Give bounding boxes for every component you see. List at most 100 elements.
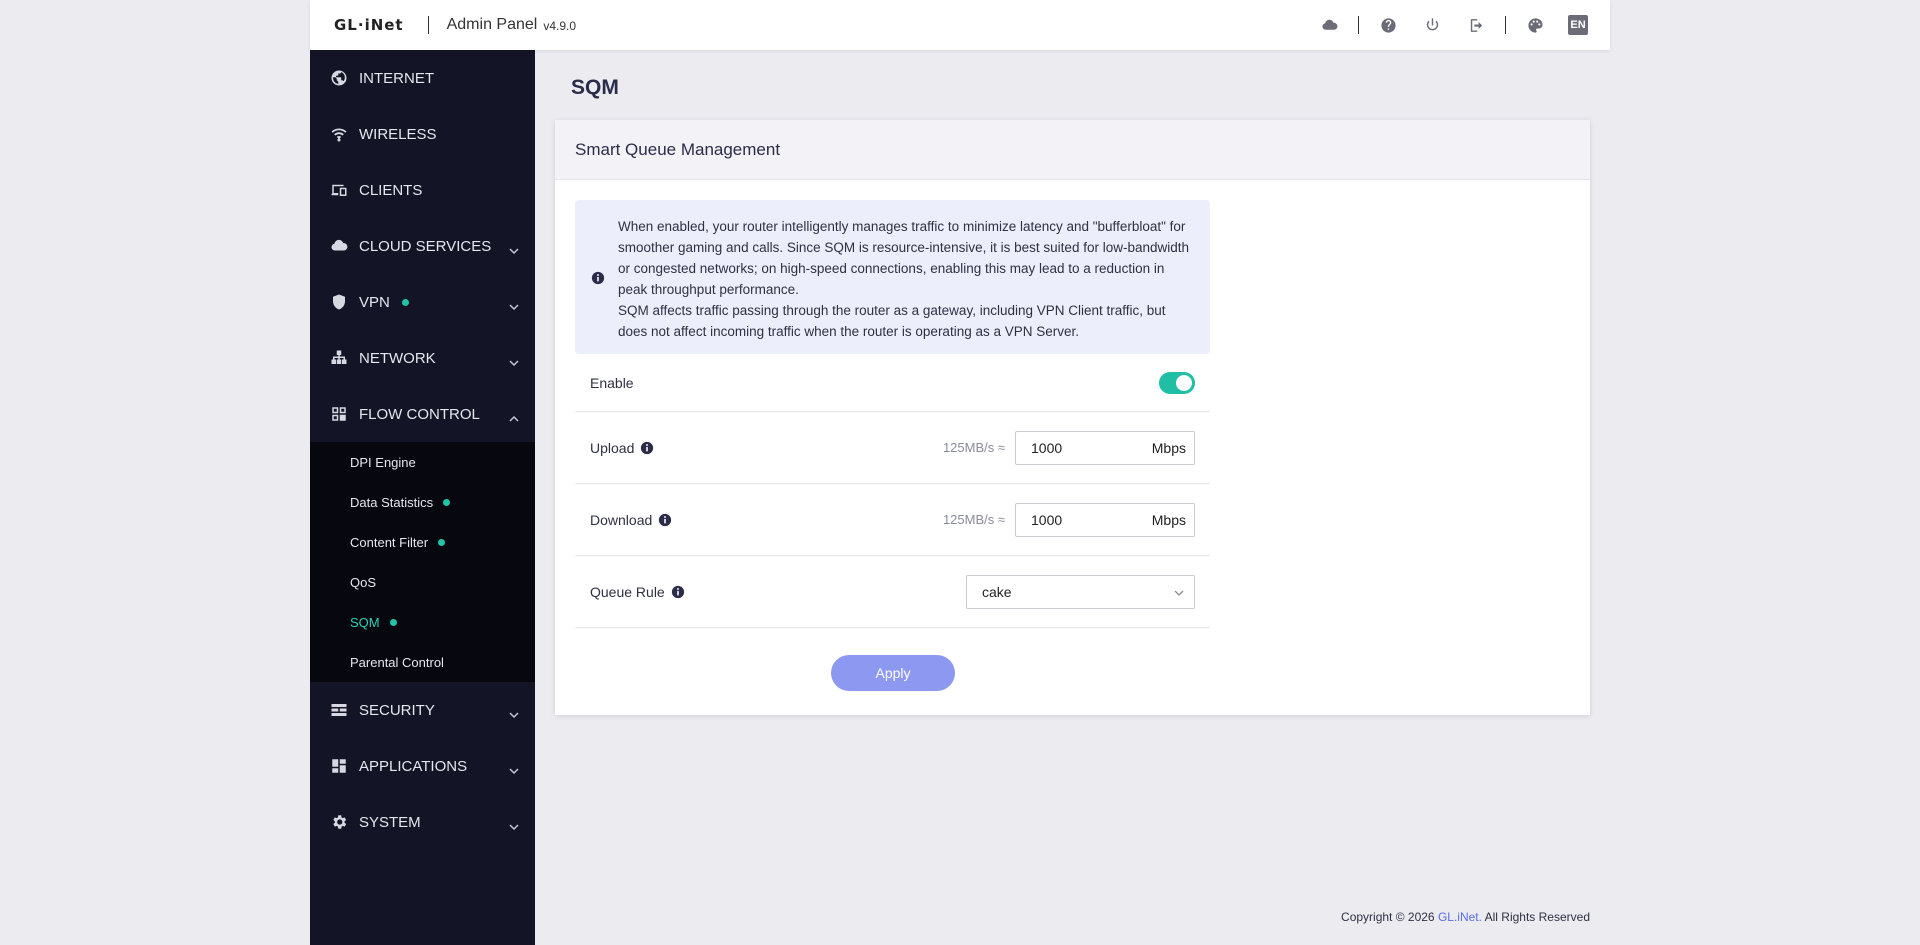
upload-field: Mbps <box>1015 430 1195 465</box>
upload-input[interactable] <box>1031 439 1141 456</box>
sidebar-item-label: VPN <box>359 293 390 311</box>
footer-suffix: All Rights Reserved <box>1481 910 1590 924</box>
sidebar-item-label: CLIENTS <box>359 181 423 199</box>
language-selector[interactable]: EN <box>1568 15 1588 35</box>
enable-label: Enable <box>590 374 634 391</box>
queue-rule-row: Queue Rule cake <box>575 556 1210 628</box>
chevron-down-icon <box>509 818 519 831</box>
sqm-card: Smart Queue Management When enabled, you… <box>555 120 1590 715</box>
sidebar: INTERNET WIRELESS CLIENTS CLOUD SERVICES… <box>310 50 535 945</box>
queue-rule-label: Queue Rule <box>590 584 685 600</box>
sidebar-item-vpn[interactable]: VPN <box>310 274 535 330</box>
info-icon[interactable] <box>640 441 654 455</box>
status-dot <box>401 298 409 306</box>
top-header: GL·iNet Admin Panel v4.9.0 EN <box>310 0 1610 50</box>
enable-control <box>1159 371 1195 394</box>
sidebar-item-label: APPLICATIONS <box>359 757 468 775</box>
sidebar-subitem-label: SQM <box>350 614 380 630</box>
sidebar-item-label: CLOUD SERVICES <box>359 237 492 255</box>
sidebar-item-clients[interactable]: CLIENTS <box>310 162 535 218</box>
info-icon <box>591 270 605 291</box>
chevron-down-icon <box>509 354 519 367</box>
sidebar-subitem-data-statistics[interactable]: Data Statistics <box>310 482 535 522</box>
flow-icon <box>330 405 348 423</box>
chevron-down-icon <box>509 242 519 255</box>
header-divider <box>1358 16 1359 34</box>
status-dot <box>438 538 446 546</box>
cloud-icon[interactable] <box>1318 14 1340 36</box>
upload-approx: 125MB/s ≈ <box>942 440 1005 455</box>
sidebar-subitem-label: QoS <box>350 574 377 590</box>
queue-rule-select[interactable]: cake <box>966 574 1195 609</box>
admin-title: Admin Panel <box>446 16 538 33</box>
info-icon[interactable] <box>671 585 685 599</box>
chevron-down-icon <box>509 706 519 719</box>
sidebar-item-cloud-services[interactable]: CLOUD SERVICES <box>310 218 535 274</box>
footer-link[interactable]: GL.iNet. <box>1438 910 1482 924</box>
sidebar-subitem-label: Content Filter <box>350 534 429 550</box>
flow-control-submenu: DPI Engine Data Statistics Content Filte… <box>310 442 535 682</box>
sidebar-item-internet[interactable]: INTERNET <box>310 50 535 106</box>
sidebar-item-wireless[interactable]: WIRELESS <box>310 106 535 162</box>
sidebar-subitem-label: Parental Control <box>350 654 444 670</box>
chevron-down-icon <box>1174 584 1184 600</box>
card-title: Smart Queue Management <box>555 120 1590 180</box>
sidebar-item-network[interactable]: NETWORK <box>310 330 535 386</box>
shield-icon <box>330 293 348 311</box>
admin-version: v4.9.0 <box>543 19 577 33</box>
notice-text-2: SQM affects traffic passing through the … <box>618 303 1166 339</box>
sidebar-item-label: SYSTEM <box>359 813 421 831</box>
sidebar-subitem-sqm[interactable]: SQM <box>310 602 535 642</box>
sidebar-subitem-label: Data Statistics <box>350 494 434 510</box>
sidebar-item-label: NETWORK <box>359 349 436 367</box>
devices-icon <box>330 181 348 199</box>
sidebar-subitem-parental-control[interactable]: Parental Control <box>310 642 535 682</box>
sidebar-item-flow-control[interactable]: FLOW CONTROL <box>310 386 535 442</box>
info-icon[interactable] <box>658 513 672 527</box>
sidebar-subitem-dpi-engine[interactable]: DPI Engine <box>310 442 535 482</box>
logout-icon[interactable] <box>1465 14 1487 36</box>
network-icon <box>330 349 348 367</box>
header-icons: EN <box>1318 14 1588 36</box>
download-label-text: Download <box>590 511 653 528</box>
sidebar-item-label: SECURITY <box>359 701 435 719</box>
download-approx: 125MB/s ≈ <box>942 512 1005 527</box>
download-label: Download <box>590 512 672 528</box>
upload-label-text: Upload <box>590 439 635 456</box>
enable-toggle[interactable] <box>1159 371 1195 394</box>
chevron-down-icon <box>509 298 519 311</box>
upload-control: 125MB/s ≈ Mbps <box>942 430 1195 465</box>
logo: GL·iNet <box>334 16 404 34</box>
sidebar-item-security[interactable]: SECURITY <box>310 682 535 738</box>
queue-rule-value: cake <box>982 583 1012 600</box>
sidebar-subitem-qos[interactable]: QoS <box>310 562 535 602</box>
upload-label: Upload <box>590 440 654 456</box>
chevron-up-icon <box>509 410 519 422</box>
status-dot <box>389 618 397 626</box>
app: GL·iNet Admin Panel v4.9.0 EN INTERNET W… <box>310 0 1610 945</box>
sidebar-item-label: WIRELESS <box>359 125 437 143</box>
gear-icon <box>330 813 348 831</box>
download-field: Mbps <box>1015 502 1195 537</box>
apply-button[interactable]: Apply <box>831 655 955 691</box>
help-icon[interactable] <box>1377 14 1399 36</box>
sidebar-subitem-content-filter[interactable]: Content Filter <box>310 522 535 562</box>
info-notice: When enabled, your router intelligently … <box>575 200 1210 354</box>
page-title: SQM <box>571 76 619 99</box>
download-row: Download 125MB/s ≈ Mbps <box>575 484 1210 556</box>
sidebar-subitem-label: DPI Engine <box>350 454 416 470</box>
wifi-icon <box>330 125 348 143</box>
sidebar-item-system[interactable]: SYSTEM <box>310 794 535 850</box>
power-icon[interactable] <box>1421 14 1443 36</box>
chevron-down-icon <box>509 762 519 775</box>
footer-prefix: Copyright © 2026 <box>1341 910 1438 924</box>
palette-icon[interactable] <box>1524 14 1546 36</box>
sqm-form: Enable Upload 125MB/s ≈ Mbps <box>575 354 1210 628</box>
upload-unit: Mbps <box>1151 439 1186 456</box>
download-input[interactable] <box>1031 511 1141 528</box>
download-control: 125MB/s ≈ Mbps <box>942 502 1195 537</box>
sidebar-item-label: FLOW CONTROL <box>359 405 480 423</box>
sidebar-item-applications[interactable]: APPLICATIONS <box>310 738 535 794</box>
header-divider <box>1505 16 1506 34</box>
apps-icon <box>330 757 348 775</box>
